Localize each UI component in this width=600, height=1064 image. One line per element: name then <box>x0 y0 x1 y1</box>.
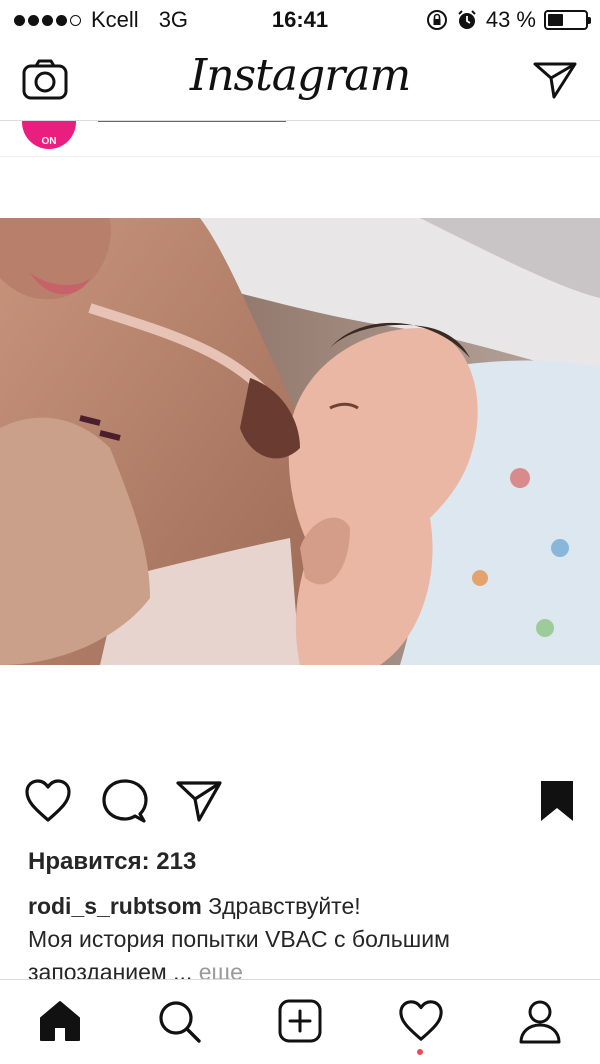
post-photo[interactable] <box>0 218 600 665</box>
activity-notification-dot <box>417 1049 423 1055</box>
bottom-tab-bar <box>0 979 600 1064</box>
profile-icon[interactable] <box>517 998 563 1044</box>
direct-message-icon[interactable] <box>532 58 578 100</box>
status-bar-right: 43 % <box>426 7 591 33</box>
heart-icon[interactable] <box>24 778 72 824</box>
previous-post-username-underline <box>98 121 286 122</box>
home-icon[interactable] <box>37 998 83 1044</box>
post-caption: rodi_s_rubtsom Здравствуйте! Моя история… <box>28 890 578 989</box>
caption-text-first: Здравствуйте! <box>208 893 361 919</box>
battery-fill <box>548 14 563 26</box>
battery-icon <box>544 10 591 30</box>
post-action-bar <box>0 778 600 828</box>
avatar[interactable]: ON <box>22 121 76 149</box>
search-icon[interactable] <box>156 998 202 1044</box>
add-post-icon[interactable] <box>277 998 323 1044</box>
avatar-text: ON <box>41 136 57 147</box>
alarm-icon <box>458 10 476 29</box>
top-navigation-bar: Instagram <box>0 40 600 121</box>
status-bar: Kcell 3G 16:41 43 % <box>0 0 600 40</box>
orientation-lock-icon <box>426 10 447 30</box>
bookmark-icon[interactable] <box>538 778 576 824</box>
comment-icon[interactable] <box>100 778 148 824</box>
share-icon[interactable] <box>175 778 223 824</box>
app-logo: Instagram <box>189 50 411 101</box>
post-photo-image <box>0 218 600 665</box>
battery-percent: 43 % <box>485 7 536 32</box>
caption-username[interactable]: rodi_s_rubtsom <box>28 893 202 919</box>
likes-count[interactable]: Нравится: 213 <box>28 848 196 876</box>
previous-post-header: ON <box>0 121 600 157</box>
activity-heart-icon[interactable] <box>398 998 444 1044</box>
